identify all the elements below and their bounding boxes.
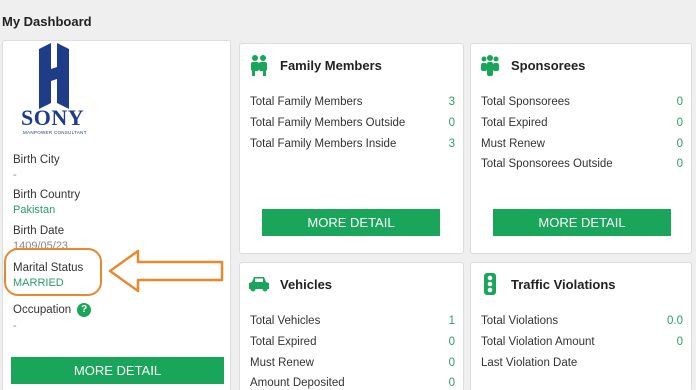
traffic-light-icon [479,273,501,295]
row-value[interactable]: 0 [677,158,683,170]
row-label: Total Expired [481,117,548,130]
row-label: Total Violations [481,315,559,328]
occupation-value: - [13,320,17,332]
family-more-detail-button[interactable]: MORE DETAIL [262,209,440,236]
row-label: Total Family Members Outside [250,117,406,130]
row-value[interactable]: 0 [449,377,455,389]
birth-country-label: Birth Country [13,189,81,201]
list-item: Total Violation Amount 0 [481,332,683,353]
row-value[interactable]: 0 [449,357,455,369]
list-item: Total Expired 0 [250,332,455,353]
row-value[interactable]: 0 [677,96,683,108]
vehicles-header: Vehicles [248,271,455,297]
row-value[interactable]: 1 [449,315,455,327]
list-item: Amount Deposited 0 [250,373,455,390]
row-label: Total Sponsorees Outside [481,158,613,171]
row-value[interactable]: 0 [677,138,683,150]
birth-country-field: Birth Country Pakistan [13,189,80,216]
highlight-annotation [4,248,102,296]
sponsorees-card: Sponsorees Total Sponsorees 0 Total Expir… [470,43,692,254]
occupation-field: Occupation? - [13,303,92,332]
arrow-annotation [108,249,224,293]
list-item: Total Family Members Inside 3 [250,133,455,154]
birth-city-field: Birth City - [13,154,60,181]
profile-card: SONY MANPOWER CONSULTANT Birth City - Bi… [2,40,231,390]
list-item: Must Renew 0 [250,352,455,373]
list-item: Total Vehicles 1 [250,311,455,332]
list-item: Total Violations 0.0 [481,311,683,332]
family-members-list: Total Family Members 3 Total Family Membe… [250,92,455,154]
help-icon[interactable]: ? [77,303,92,317]
row-value[interactable]: 0 [677,117,683,129]
row-value[interactable]: 0 [449,336,455,348]
row-label: Amount Deposited [250,377,345,390]
car-icon [248,273,270,295]
row-label: Total Family Members Inside [250,137,397,150]
family-icon [248,54,270,76]
family-members-header: Family Members [248,52,455,78]
page-title: My Dashboard [2,14,92,29]
row-value[interactable]: 0 [677,336,683,348]
birth-city-label: Birth City [13,154,60,166]
birth-city-value: - [13,169,17,181]
row-label: Total Sponsorees [481,96,570,109]
sponsorees-more-detail-button[interactable]: MORE DETAIL [493,209,671,236]
list-item: Total Sponsorees 0 [481,92,683,113]
family-members-card: Family Members Total Family Members 3 Tot… [239,43,464,254]
list-item: Total Expired 0 [481,113,683,134]
occupation-label-row: Occupation? [13,303,92,317]
list-item: Must Renew 0 [481,133,683,154]
list-item: Last Violation Date [481,352,683,373]
row-value[interactable]: 3 [449,96,455,108]
family-members-title: Family Members [280,57,382,73]
traffic-violations-card: Traffic Violations Total Violations 0.0 T… [470,262,692,390]
row-value[interactable]: 3 [449,138,455,150]
row-value[interactable]: 0.0 [667,315,683,327]
sponsorees-list: Total Sponsorees 0 Total Expired 0 Must Re… [481,92,683,175]
traffic-violations-header: Traffic Violations [479,271,683,297]
sponsorees-title: Sponsorees [511,57,586,73]
row-label: Must Renew [481,137,545,150]
people-icon [479,54,501,76]
list-item: Total Family Members 3 [250,92,455,113]
traffic-violations-title: Traffic Violations [511,276,616,292]
vehicles-card: Vehicles Total Vehicles 1 Total Expired 0 … [239,262,464,390]
list-item: Total Sponsorees Outside 0 [481,154,683,175]
list-item: Total Family Members Outside 0 [250,113,455,134]
profile-more-detail-button[interactable]: MORE DETAIL [11,357,224,384]
row-label: Total Vehicles [250,315,321,328]
row-label: Total Violation Amount [481,336,595,349]
row-label: Total Expired [250,336,317,349]
row-label: Total Family Members [250,96,363,109]
birth-date-label: Birth Date [13,225,65,237]
logo-subtext: MANPOWER CONSULTANT [23,130,87,135]
birth-country-value: Pakistan [13,204,56,216]
vehicles-title: Vehicles [280,276,333,292]
sponsorees-header: Sponsorees [479,52,683,78]
vehicles-list: Total Vehicles 1 Total Expired 0 Must Rene… [250,311,455,390]
occupation-label: Occupation [13,304,72,317]
row-label: Must Renew [250,356,314,369]
row-value[interactable]: 0 [449,117,455,129]
traffic-violations-list: Total Violations 0.0 Total Violation Amou… [481,311,683,373]
logo-brand-text: SONY [21,105,85,130]
row-label: Last Violation Date [481,356,578,369]
